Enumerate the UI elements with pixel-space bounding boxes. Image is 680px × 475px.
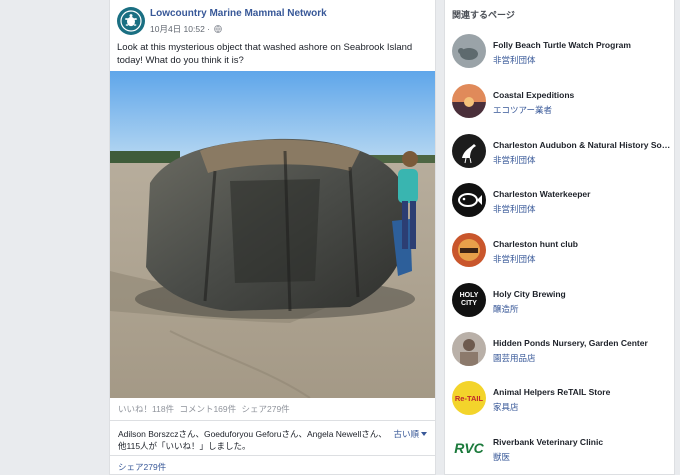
page-avatar: Re-TAIL: [452, 381, 486, 415]
related-page-category: 醸造所: [493, 304, 519, 314]
sort-label: 古い順: [393, 429, 419, 439]
post-date[interactable]: 10月4日 10:52 ·: [150, 24, 210, 34]
fish-icon: [452, 183, 486, 217]
related-page-category: エコツアー業者: [493, 105, 552, 115]
related-page-item[interactable]: Hidden Ponds Nursery, Garden Center 園芸用品…: [452, 332, 672, 372]
rvc-logo: RVC: [454, 440, 484, 456]
page-avatar: RVC: [452, 431, 486, 465]
related-page-category: 園芸用品店: [493, 353, 536, 363]
related-page-name[interactable]: Charleston Waterkeeper: [493, 189, 673, 199]
post-card: Lowcountry Marine Mammal Network 10月4日 1…: [109, 0, 436, 475]
related-page-category: 非営利団体: [493, 204, 536, 214]
divider: [110, 420, 435, 421]
page-avatar: [452, 332, 486, 366]
related-page-category: 非営利団体: [493, 155, 536, 165]
page-avatar: [452, 134, 486, 168]
likers-summary[interactable]: Adilson Borszczさん、Goeduforyou Geforuさん、A…: [118, 428, 388, 452]
related-page-name[interactable]: Animal Helpers ReTAIL Store: [493, 387, 673, 397]
related-page-name[interactable]: Folly Beach Turtle Watch Program: [493, 40, 673, 50]
related-page-category: 家具店: [493, 402, 519, 412]
related-page-item[interactable]: Charleston hunt club 非営利団体: [452, 233, 672, 273]
related-pages-title: 関連するページ: [452, 10, 515, 20]
page-avatar: [452, 233, 486, 267]
related-page-name[interactable]: Holy City Brewing: [493, 289, 673, 299]
post-text: Look at this mysterious object that wash…: [117, 42, 413, 66]
page-avatar: [452, 34, 486, 68]
post-header: Lowcountry Marine Mammal Network 10月4日 1…: [117, 7, 427, 37]
sort-dropdown[interactable]: 古い順: [393, 428, 427, 440]
turtle-icon: [120, 10, 142, 32]
page-avatar: [452, 84, 486, 118]
page-avatar[interactable]: [117, 7, 145, 35]
caret-down-icon: [421, 432, 427, 436]
related-page-item[interactable]: RVC Riverbank Veterinary Clinic 獣医: [452, 431, 672, 471]
related-page-category: 非営利団体: [493, 55, 536, 65]
related-page-item[interactable]: Charleston Audubon & Natural History Soc…: [452, 134, 673, 174]
retail-logo: Re-TAIL: [454, 393, 484, 403]
related-page-name[interactable]: Riverbank Veterinary Clinic: [493, 437, 673, 447]
related-pages-panel: 関連するページ Folly Beach Turtle Watch Program…: [444, 0, 675, 475]
post-timestamp[interactable]: 10月4日 10:52 ·: [150, 23, 223, 35]
page-name-link[interactable]: Lowcountry Marine Mammal Network: [150, 8, 327, 19]
related-page-name[interactable]: Charleston Audubon & Natural History Soc…: [493, 140, 673, 150]
related-page-item[interactable]: HOLY CITY Holy City Brewing 醸造所: [452, 283, 672, 323]
related-page-item[interactable]: Re-TAIL Animal Helpers ReTAIL Store 家具店: [452, 381, 672, 421]
related-page-category: 獣医: [493, 452, 511, 462]
page-avatar: HOLY CITY: [452, 283, 486, 317]
related-page-name[interactable]: Coastal Expeditions: [493, 90, 673, 100]
related-page-item[interactable]: Folly Beach Turtle Watch Program 非営利団体: [452, 34, 672, 74]
likes-count[interactable]: いいね！118件: [118, 404, 174, 414]
related-page-item[interactable]: Charleston Waterkeeper 非営利団体: [452, 183, 672, 223]
post-stats: いいね！118件 コメント169件 シェア279件: [118, 403, 293, 415]
globe-icon: [214, 25, 223, 33]
holy-city-logo: HOLY CITY: [459, 292, 479, 307]
comments-count[interactable]: コメント169件: [179, 404, 236, 414]
post-photo[interactable]: [110, 71, 436, 398]
bird-icon: [452, 134, 486, 168]
related-page-name[interactable]: Charleston hunt club: [493, 239, 673, 249]
related-page-item[interactable]: Coastal Expeditions エコツアー業者: [452, 84, 672, 124]
shares-count[interactable]: シェア279件: [242, 404, 290, 414]
related-page-category: 非営利団体: [493, 254, 536, 264]
shares-link[interactable]: シェア279件: [118, 461, 166, 473]
divider: [110, 455, 435, 456]
related-page-name[interactable]: Hidden Ponds Nursery, Garden Center: [493, 338, 673, 348]
page-avatar: [452, 183, 486, 217]
